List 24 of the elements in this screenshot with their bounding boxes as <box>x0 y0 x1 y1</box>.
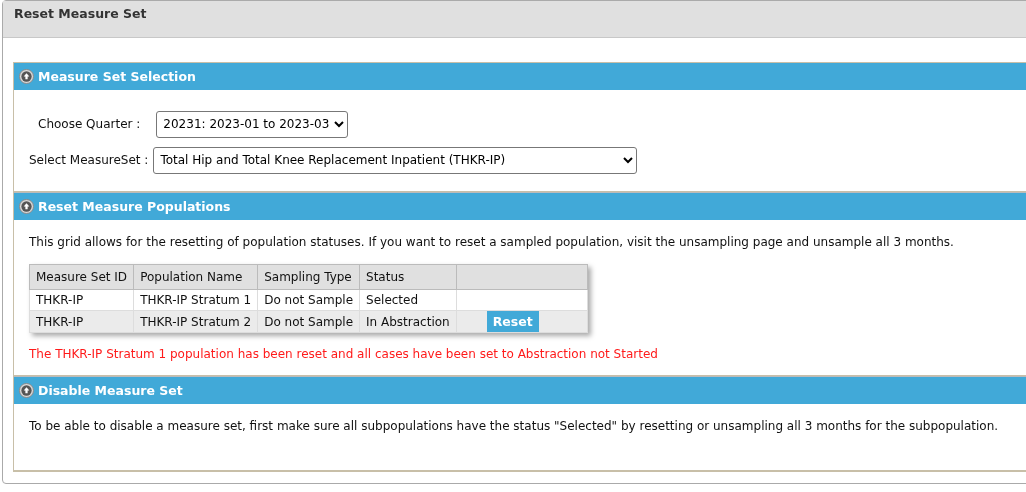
status-message: The THKR-IP Stratum 1 population has been reset and all cases have been set to Abstraction not Started <box>29 347 659 361</box>
table-cell: THKR-IP <box>29 310 134 333</box>
column-header: Population Name <box>133 264 258 290</box>
section-header[interactable]: Measure Set Selection <box>14 63 1026 90</box>
field-label: Choose Quarter : <box>38 117 141 131</box>
description-text: To be able to disable a measure set, first make sure all subpopulations have the status "Selected" by resetting or unsampling all 3 months for the subpopulation. <box>29 418 1000 434</box>
page-title: Reset Measure Set <box>14 6 147 21</box>
column-header: Sampling Type <box>257 264 360 290</box>
table-cell: Selected <box>359 289 457 311</box>
dropdown[interactable]: 20231: 2023-01 to 2023-03 <box>156 110 349 138</box>
collapse-icon[interactable] <box>19 69 34 84</box>
table-cell: THKR-IP Stratum 1 <box>133 289 258 311</box>
collapse-icon[interactable] <box>19 383 34 398</box>
dropdown[interactable]: Total Hip and Total Knee Replacement Inpatient (THKR-IP) <box>153 146 638 174</box>
column-header: Measure Set ID <box>29 264 134 290</box>
reset-button[interactable]: Reset <box>486 311 539 332</box>
table-cell: Do not Sample <box>257 289 360 311</box>
collapse-icon[interactable] <box>19 199 34 214</box>
section-header[interactable]: Reset Measure Populations <box>14 192 1026 220</box>
column-header: Status <box>359 264 457 290</box>
table-cell: THKR-IP <box>29 289 134 311</box>
field-label: Select MeasureSet : <box>29 153 149 167</box>
section-header[interactable]: Disable Measure Set <box>14 376 1026 404</box>
description-text: This grid allows for the resetting of population statuses. If you want to reset a sampled population, visit the unsampling page and unsample all 3 months. <box>29 234 955 250</box>
